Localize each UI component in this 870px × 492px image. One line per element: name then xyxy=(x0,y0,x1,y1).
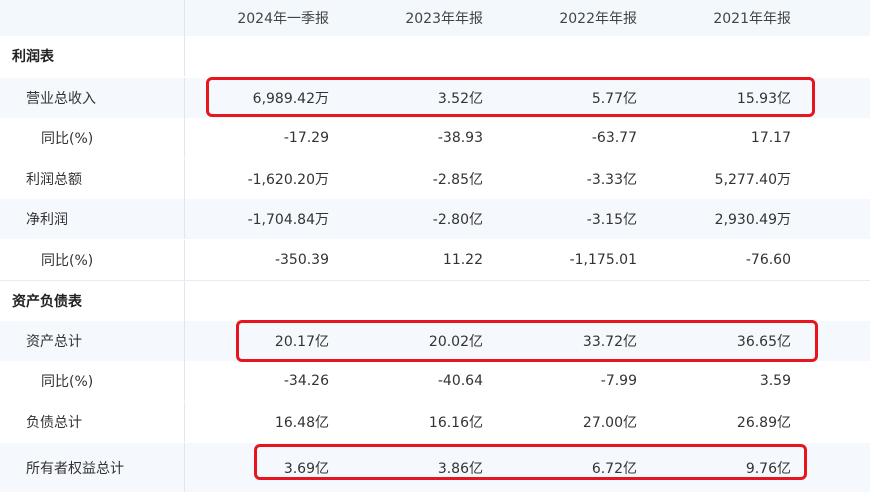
financial-summary-table: 2024年一季报 2023年年报 2022年年报 2021年年报 利润表 营业总… xyxy=(0,0,870,492)
row-label: 营业总收入 xyxy=(26,91,96,107)
section-title: 资产负债表 xyxy=(12,294,82,310)
value-cell: 20.17亿 xyxy=(274,334,329,350)
section-income-statement: 利润表 xyxy=(0,36,870,76)
value-cell: 3.69亿 xyxy=(283,460,329,477)
value-cell: 26.89亿 xyxy=(736,415,791,431)
table-row-net-profit: 净利润 -1,704.84万 -2.80亿 -3.15亿 2,930.49万 xyxy=(0,199,870,239)
value-cell: 16.48亿 xyxy=(274,415,329,431)
value-cell: 3.86亿 xyxy=(437,460,483,477)
value-cell: 3.52亿 xyxy=(437,91,483,107)
value-cell: 27.00亿 xyxy=(582,415,637,431)
row-label: 资产总计 xyxy=(26,334,82,350)
row-label: 负债总计 xyxy=(26,415,82,431)
value-cell: 6.72亿 xyxy=(591,460,637,477)
row-label: 利润总额 xyxy=(26,172,82,188)
value-cell: 9.76亿 xyxy=(745,460,791,477)
value-cell: -76.60 xyxy=(745,252,791,268)
value-cell: -17.29 xyxy=(283,130,329,146)
row-label: 净利润 xyxy=(26,212,68,228)
value-cell: 6,989.42万 xyxy=(252,91,329,107)
value-cell: -350.39 xyxy=(274,252,329,268)
table-row-total-profit: 利润总额 -1,620.20万 -2.85亿 -3.33亿 5,277.40万 xyxy=(0,159,870,199)
value-cell: 15.93亿 xyxy=(736,91,791,107)
row-label: 同比(%) xyxy=(41,253,94,269)
table-header: 2024年一季报 2023年年报 2022年年报 2021年年报 xyxy=(0,0,870,36)
value-cell: -1,620.20万 xyxy=(247,172,329,188)
value-cell: 5.77亿 xyxy=(591,91,637,107)
value-cell: -2.85亿 xyxy=(432,172,483,188)
value-cell: -1,704.84万 xyxy=(247,212,329,228)
value-cell: 16.16亿 xyxy=(428,415,483,431)
column-header-2021[interactable]: 2021年年报 xyxy=(637,0,791,36)
value-cell: -1,175.01 xyxy=(569,252,637,268)
section-title: 利润表 xyxy=(12,49,54,65)
table-row-total-equity: 所有者权益总计 3.69亿 3.86亿 6.72亿 9.76亿 xyxy=(0,443,870,492)
value-cell: -3.33亿 xyxy=(586,172,637,188)
value-cell: 5,277.40万 xyxy=(714,172,791,188)
table-row-total-liabilities: 负债总计 16.48亿 16.16亿 27.00亿 26.89亿 xyxy=(0,402,870,442)
value-cell: -38.93 xyxy=(437,130,483,146)
value-cell: 2,930.49万 xyxy=(714,212,791,228)
table-row-net-profit-yoy: 同比(%) -350.39 11.22 -1,175.01 -76.60 xyxy=(0,240,870,280)
table-row-revenue: 营业总收入 6,989.42万 3.52亿 5.77亿 15.93亿 xyxy=(0,78,870,118)
value-cell: 11.22 xyxy=(442,252,483,268)
value-cell: 33.72亿 xyxy=(582,334,637,350)
value-cell: 3.59 xyxy=(759,373,791,389)
section-balance-sheet: 资产负债表 xyxy=(0,281,870,321)
value-cell: -63.77 xyxy=(591,130,637,146)
value-cell: -34.26 xyxy=(283,373,329,389)
value-cell: 17.17 xyxy=(750,130,791,146)
value-cell: 20.02亿 xyxy=(428,334,483,350)
header-label-cell xyxy=(0,0,185,36)
table-row-total-assets: 资产总计 20.17亿 20.02亿 33.72亿 36.65亿 xyxy=(0,321,870,361)
value-cell: 36.65亿 xyxy=(736,334,791,350)
value-cell: -40.64 xyxy=(437,373,483,389)
row-label: 同比(%) xyxy=(41,131,94,147)
table-row-total-assets-yoy: 同比(%) -34.26 -40.64 -7.99 3.59 xyxy=(0,361,870,401)
row-label: 同比(%) xyxy=(41,374,94,390)
column-header-2022[interactable]: 2022年年报 xyxy=(483,0,637,36)
value-cell: -3.15亿 xyxy=(586,212,637,228)
table-row-revenue-yoy: 同比(%) -17.29 -38.93 -63.77 17.17 xyxy=(0,118,870,158)
value-cell: -7.99 xyxy=(600,373,637,389)
column-header-2024q1[interactable]: 2024年一季报 xyxy=(185,0,329,36)
value-cell: -2.80亿 xyxy=(432,212,483,228)
row-label: 所有者权益总计 xyxy=(26,460,124,477)
column-header-2023[interactable]: 2023年年报 xyxy=(329,0,483,36)
